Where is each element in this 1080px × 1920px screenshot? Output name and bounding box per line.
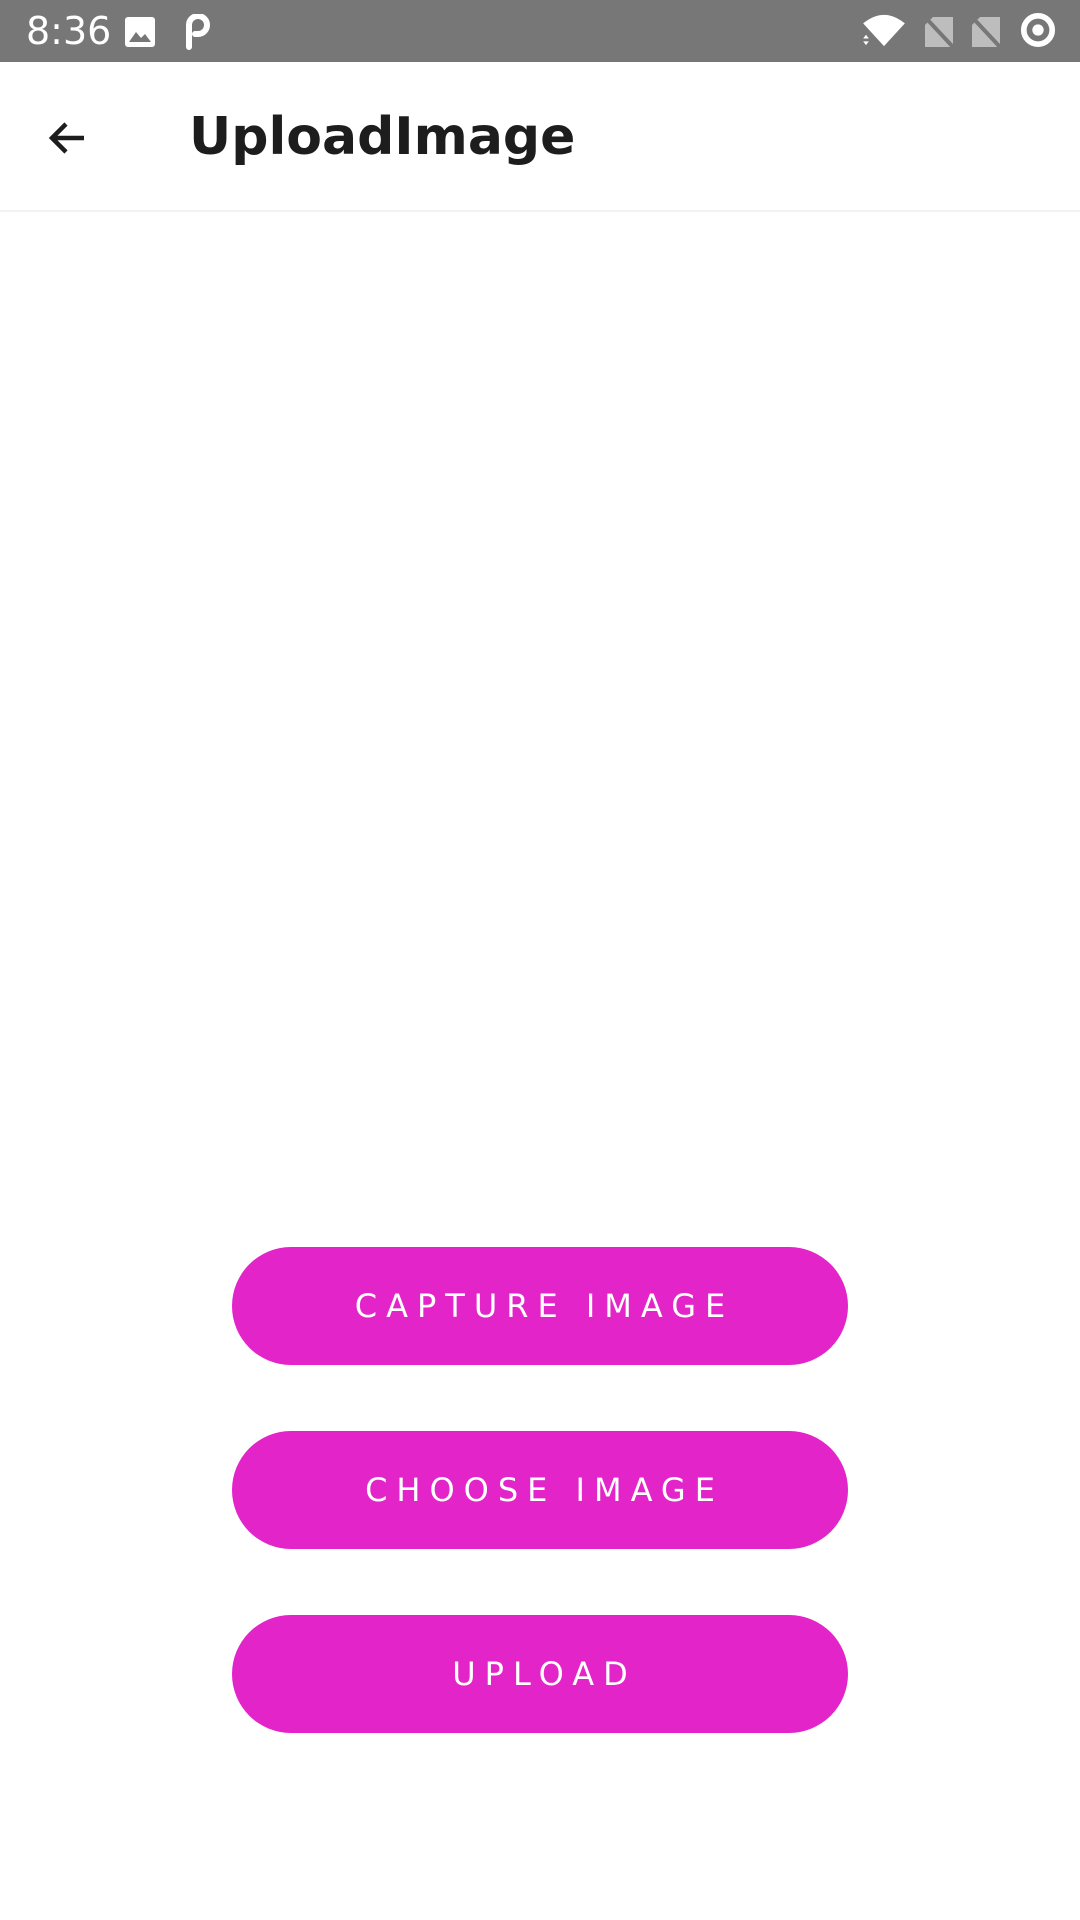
circle-status-icon <box>1020 12 1056 48</box>
image-notification-icon <box>125 17 155 47</box>
page-title: UploadImage <box>189 107 576 167</box>
sim-no-signal-icon <box>923 15 955 49</box>
status-time: 8:36 <box>26 9 112 53</box>
image-preview-area <box>0 214 1080 1214</box>
sim-no-signal-icon <box>970 15 1002 49</box>
wifi-icon <box>863 14 905 47</box>
choose-image-button[interactable]: CHOOSE IMAGE <box>232 1431 848 1549</box>
upload-button[interactable]: UPLOAD <box>232 1615 848 1733</box>
app-bar: UploadImage <box>0 62 1080 212</box>
back-button[interactable] <box>28 98 108 178</box>
capture-image-button[interactable]: CAPTURE IMAGE <box>232 1247 848 1365</box>
arrow-left-icon <box>48 122 84 154</box>
status-bar: 8:36 <box>0 0 1080 62</box>
parking-app-icon <box>186 14 211 50</box>
